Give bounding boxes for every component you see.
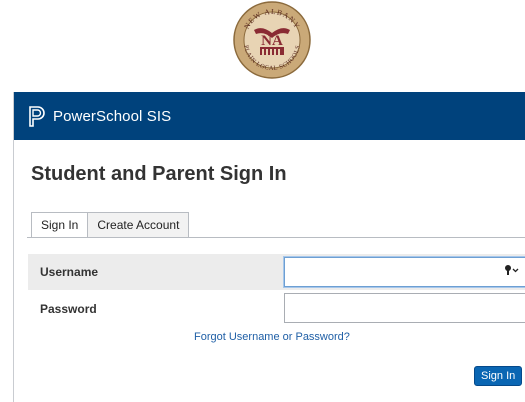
password-key-icon[interactable]: [504, 264, 520, 276]
tab-create-account[interactable]: Create Account: [87, 212, 190, 238]
password-row: Password: [28, 292, 525, 326]
password-label: Password: [40, 302, 97, 316]
district-logo: NEW ALBANY PLAIN LOCAL SCHOOLS NA: [232, 0, 312, 80]
password-input[interactable]: [284, 293, 525, 323]
app-brand: PowerSchool SIS: [53, 107, 172, 125]
forgot-credentials-link[interactable]: Forgot Username or Password?: [194, 331, 350, 343]
signin-tabs: Sign In Create Account: [31, 212, 190, 238]
seal-monogram: NA: [261, 33, 283, 49]
district-seal: NEW ALBANY PLAIN LOCAL SCHOOLS NA: [233, 1, 311, 79]
page-title: Student and Parent Sign In: [31, 163, 287, 185]
username-input[interactable]: [284, 257, 525, 287]
app-header: PowerSchool SIS: [14, 92, 525, 140]
powerschool-logo-icon: [29, 105, 45, 127]
signin-panel: PowerSchool SIS Student and Parent Sign …: [13, 92, 525, 402]
sign-in-button[interactable]: Sign In: [474, 366, 523, 386]
username-row: Username: [28, 254, 525, 290]
tab-sign-in[interactable]: Sign In: [31, 212, 89, 238]
tabs-divider: [27, 237, 525, 238]
username-label: Username: [40, 265, 99, 279]
